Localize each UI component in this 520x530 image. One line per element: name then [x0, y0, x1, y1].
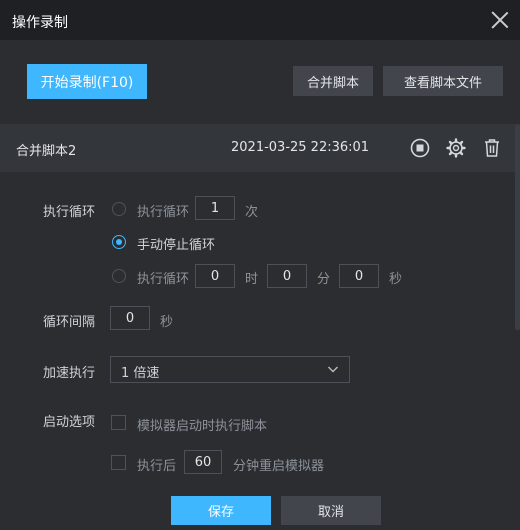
script-timestamp: 2021-03-25 22:36:01 — [231, 140, 370, 155]
gear-icon[interactable] — [445, 137, 467, 159]
merge-script-button[interactable]: 合并脚本 — [293, 66, 373, 96]
loop-minutes-input[interactable] — [267, 264, 307, 288]
run-on-start-label: 模拟器启动时执行脚本 — [137, 419, 268, 434]
trash-icon[interactable] — [481, 137, 503, 159]
interval-input[interactable] — [110, 306, 150, 330]
run-on-start-checkbox[interactable] — [111, 415, 126, 430]
loop-seconds-unit: 秒 — [389, 272, 403, 287]
loop-count-label: 执行循环 — [137, 205, 190, 220]
loop-label: 执行循环 — [43, 205, 96, 220]
restart-prefix-label: 执行后 — [137, 459, 177, 474]
restart-checkbox[interactable] — [111, 455, 126, 470]
loop-seconds-input[interactable] — [339, 264, 379, 288]
loop-hours-input[interactable] — [195, 264, 235, 288]
speed-label: 加速执行 — [43, 366, 96, 381]
scrollbar[interactable] — [515, 124, 520, 330]
speed-select[interactable]: 1 倍速 — [110, 356, 350, 383]
loop-count-radio[interactable] — [112, 202, 126, 216]
view-script-files-button[interactable]: 查看脚本文件 — [383, 66, 503, 96]
script-name: 合并脚本2 — [16, 144, 77, 159]
cancel-button[interactable]: 取消 — [281, 496, 381, 525]
close-icon[interactable] — [490, 10, 510, 30]
save-button[interactable]: 保存 — [171, 496, 271, 525]
loop-hours-unit: 时 — [245, 272, 259, 287]
start-record-button[interactable]: 开始录制(F10) — [27, 64, 147, 99]
loop-count-unit: 次 — [245, 205, 259, 220]
loop-minutes-unit: 分 — [317, 272, 331, 287]
loop-time-label: 执行循环 — [137, 272, 190, 287]
title-bar: 操作录制 — [0, 0, 520, 40]
script-list-item[interactable]: 合并脚本2 2021-03-25 22:36:01 — [0, 124, 515, 172]
interval-unit: 秒 — [160, 315, 174, 330]
interval-label: 循环间隔 — [43, 315, 96, 330]
dialog-title: 操作录制 — [12, 15, 68, 31]
loop-manual-label: 手动停止循环 — [137, 238, 216, 253]
stop-icon[interactable] — [409, 137, 431, 159]
speed-select-value: 1 倍速 — [121, 366, 160, 381]
loop-time-radio[interactable] — [112, 269, 126, 283]
loop-manual-radio[interactable] — [112, 235, 126, 249]
restart-suffix-label: 分钟重启模拟器 — [233, 459, 325, 474]
record-dialog: 操作录制 开始录制(F10) 合并脚本 查看脚本文件 合并脚本2 2021-03… — [0, 0, 520, 530]
chevron-down-icon — [328, 366, 338, 373]
restart-minutes-input[interactable] — [184, 450, 222, 474]
startup-label: 启动选项 — [43, 415, 96, 430]
loop-count-input[interactable] — [195, 196, 235, 220]
